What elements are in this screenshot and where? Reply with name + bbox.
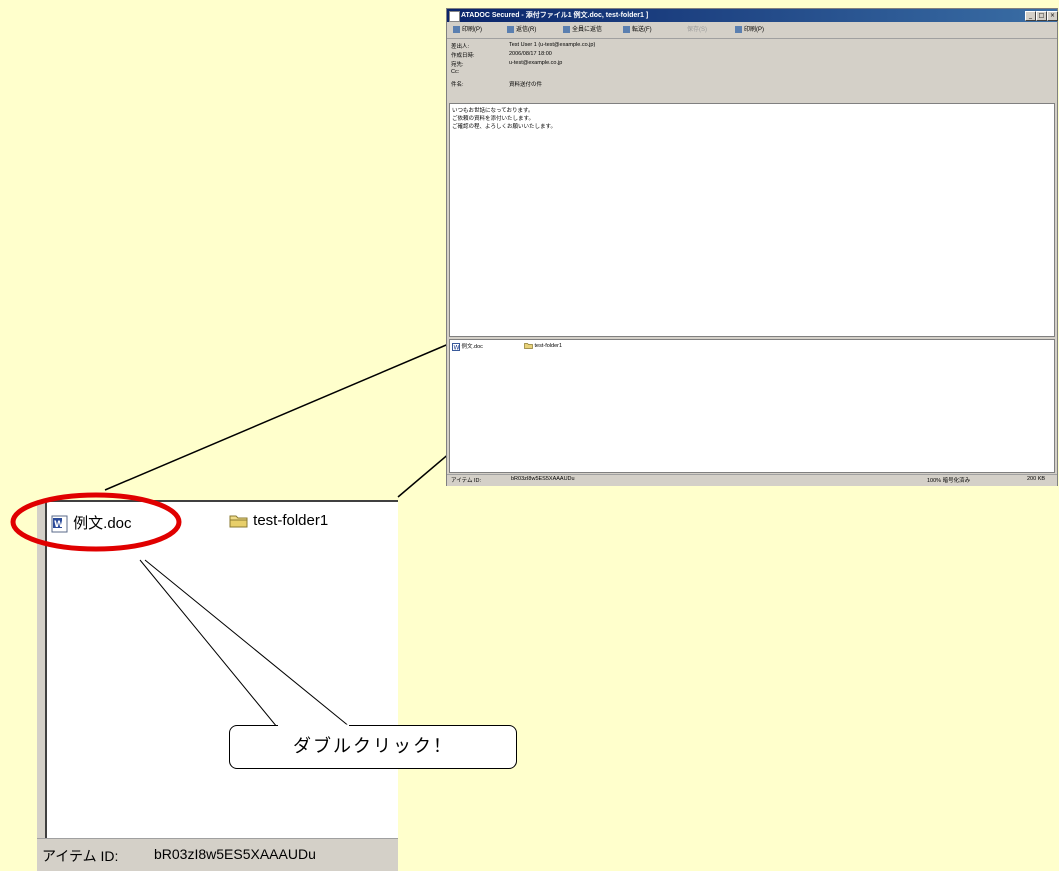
callout-tail-cover [278,724,349,727]
page: { "mail_window": { "title": "ATADOC Secu… [0,0,1059,871]
